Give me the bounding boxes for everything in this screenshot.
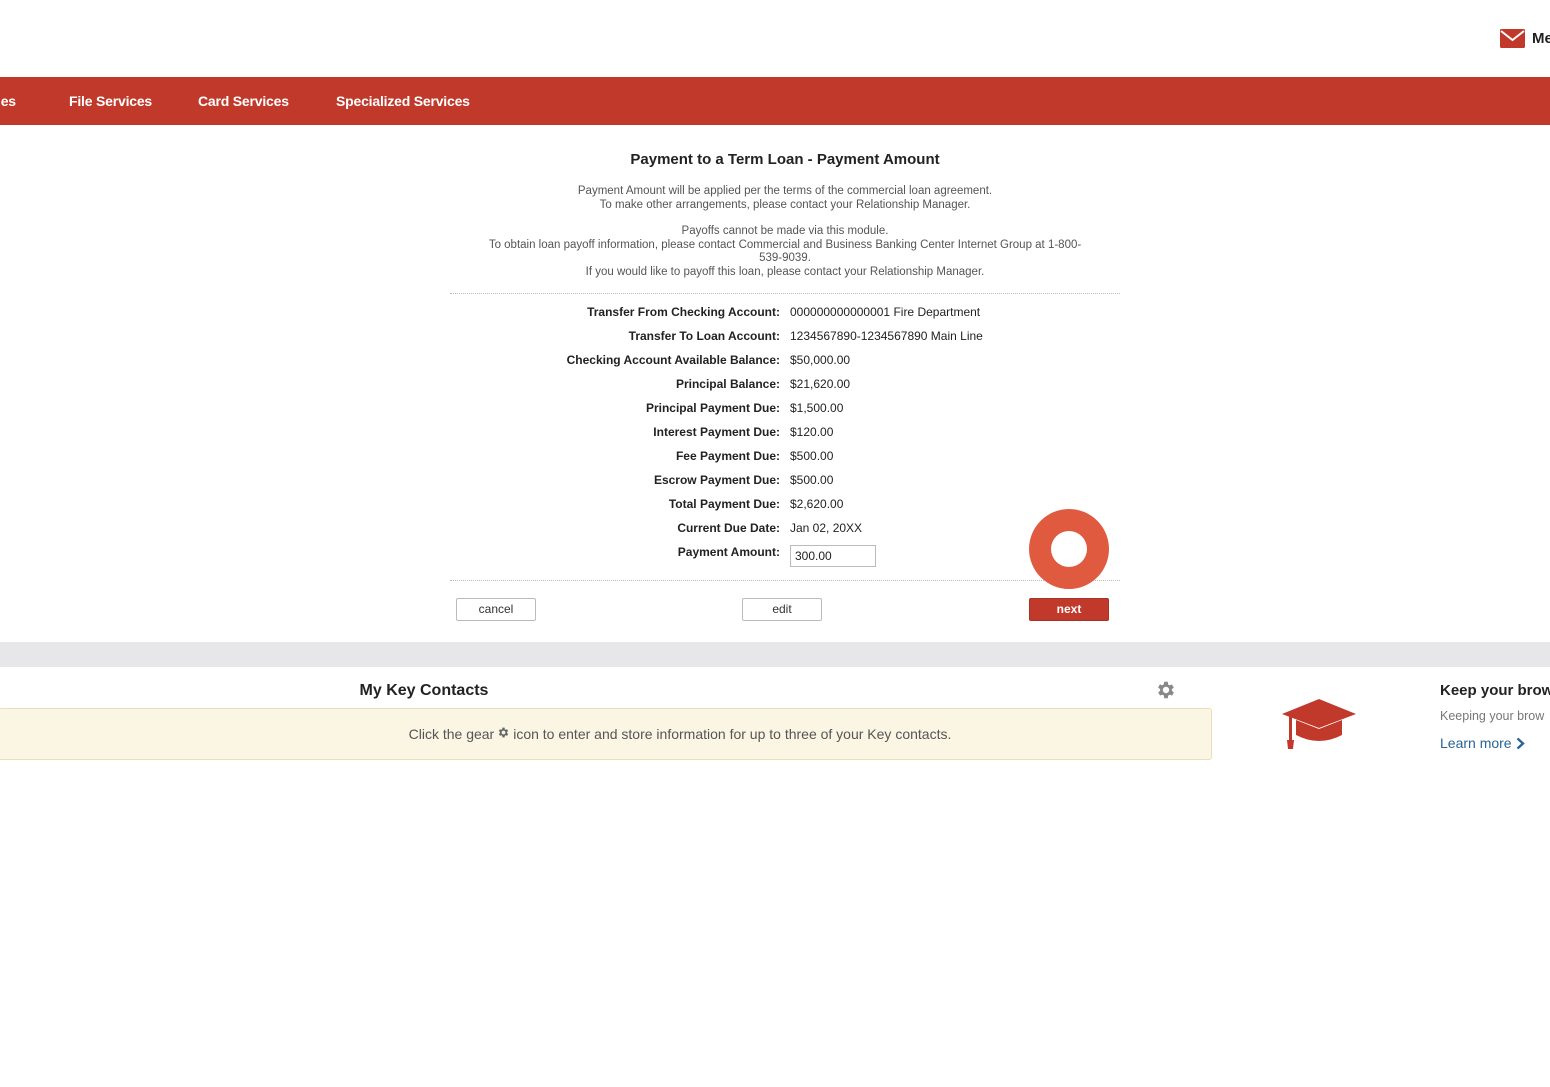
- detail-label: Escrow Payment Due:: [653, 473, 780, 487]
- payoff-note-line: If you would like to payoff this loan, p…: [585, 265, 985, 278]
- detail-value: $500.00: [790, 449, 834, 463]
- edit-button[interactable]: edit: [742, 598, 822, 621]
- main-nav: les File Services Card Services Speciali…: [0, 77, 1550, 125]
- promo-text: Keeping your brow: [1440, 709, 1545, 723]
- key-contacts-title: My Key Contacts: [359, 682, 489, 699]
- tap-indicator: [1029, 509, 1109, 589]
- nav-item-specialized-services[interactable]: Specialized Services: [336, 93, 470, 109]
- next-button[interactable]: next: [1029, 598, 1109, 621]
- terms-note-line: To make other arrangements, please conta…: [599, 198, 971, 211]
- key-contacts-message-start: Click the gear: [408, 726, 495, 742]
- detail-value: Jan 02, 20XX: [790, 521, 863, 535]
- nav-item-file-services[interactable]: File Services: [69, 93, 152, 109]
- payoff-note-line: Payoffs cannot be made via this module.: [681, 225, 889, 237]
- detail-label: Principal Payment Due:: [645, 401, 780, 415]
- detail-label: Transfer To Loan Account:: [628, 329, 780, 343]
- learn-more-link[interactable]: Learn more: [1440, 735, 1525, 751]
- payment-amount-row: Payment Amount:: [450, 545, 1120, 563]
- detail-label: Interest Payment Due:: [653, 425, 780, 439]
- payoff-note: Payoffs cannot be made via this module. …: [485, 225, 1085, 279]
- detail-row: Principal Payment Due: $1,500.00: [450, 401, 1120, 419]
- cancel-button[interactable]: cancel: [456, 598, 536, 621]
- detail-value: $1,500.00: [790, 401, 844, 415]
- nav-item-modules[interactable]: les: [0, 93, 16, 109]
- promo-title: Keep your brow: [1440, 682, 1550, 699]
- graduation-cap-icon: [1281, 697, 1357, 756]
- divider: [450, 293, 1120, 294]
- payoff-note-line: To obtain loan payoff information, pleas…: [488, 238, 1082, 265]
- tap-indicator-center: [1051, 531, 1087, 567]
- page: Me les File Services Card Services Speci…: [0, 0, 1550, 1087]
- detail-row: Transfer To Loan Account: 1234567890-123…: [450, 329, 1120, 347]
- divider: [450, 580, 1120, 581]
- detail-row: Checking Account Available Balance: $50,…: [450, 353, 1120, 371]
- key-contacts-message-end: icon to enter and store information for …: [513, 726, 952, 742]
- key-contacts-settings-button[interactable]: [1155, 679, 1177, 701]
- detail-label: Current Due Date:: [677, 521, 780, 535]
- detail-value: 1234567890-1234567890 Main Line: [790, 329, 983, 343]
- gear-icon: [497, 726, 510, 742]
- payment-amount-input[interactable]: [790, 545, 876, 567]
- detail-label: Checking Account Available Balance:: [566, 353, 780, 367]
- detail-label: Fee Payment Due:: [675, 449, 780, 463]
- nav-item-card-services[interactable]: Card Services: [198, 93, 289, 109]
- detail-row: Current Due Date: Jan 02, 20XX: [450, 521, 1120, 539]
- page-title: Payment to a Term Loan - Payment Amount: [630, 151, 940, 168]
- learn-more-label: Learn more: [1440, 735, 1512, 751]
- terms-note-line: Payment Amount will be applied per the t…: [577, 185, 993, 197]
- detail-row: Total Payment Due: $2,620.00: [450, 497, 1120, 515]
- detail-value: $2,620.00: [790, 497, 844, 511]
- terms-note: Payment Amount will be applied per the t…: [485, 185, 1085, 212]
- section-separator: [0, 642, 1550, 667]
- detail-value: $500.00: [790, 473, 834, 487]
- envelope-icon: [1500, 29, 1525, 48]
- detail-row: Fee Payment Due: $500.00: [450, 449, 1120, 467]
- chevron-right-icon: [1516, 737, 1525, 749]
- detail-label: Principal Balance:: [675, 377, 780, 391]
- payment-amount-label: Payment Amount:: [677, 545, 780, 559]
- gear-icon: [1158, 681, 1174, 699]
- detail-row: Escrow Payment Due: $500.00: [450, 473, 1120, 491]
- detail-row: Transfer From Checking Account: 00000000…: [450, 305, 1120, 323]
- detail-value: $50,000.00: [790, 353, 851, 367]
- detail-row: Interest Payment Due: $120.00: [450, 425, 1120, 443]
- detail-row: Principal Balance: $21,620.00: [450, 377, 1120, 395]
- key-contacts-message: Click the gear icon to enter and store i…: [0, 708, 1212, 760]
- detail-value: 000000000000001 Fire Department: [790, 305, 981, 319]
- messages-label: Me: [1532, 30, 1550, 47]
- messages-link[interactable]: Me: [1500, 29, 1550, 48]
- detail-value: $120.00: [790, 425, 834, 439]
- detail-label: Total Payment Due:: [668, 497, 780, 511]
- detail-value: $21,620.00: [790, 377, 851, 391]
- detail-label: Transfer From Checking Account:: [587, 305, 780, 319]
